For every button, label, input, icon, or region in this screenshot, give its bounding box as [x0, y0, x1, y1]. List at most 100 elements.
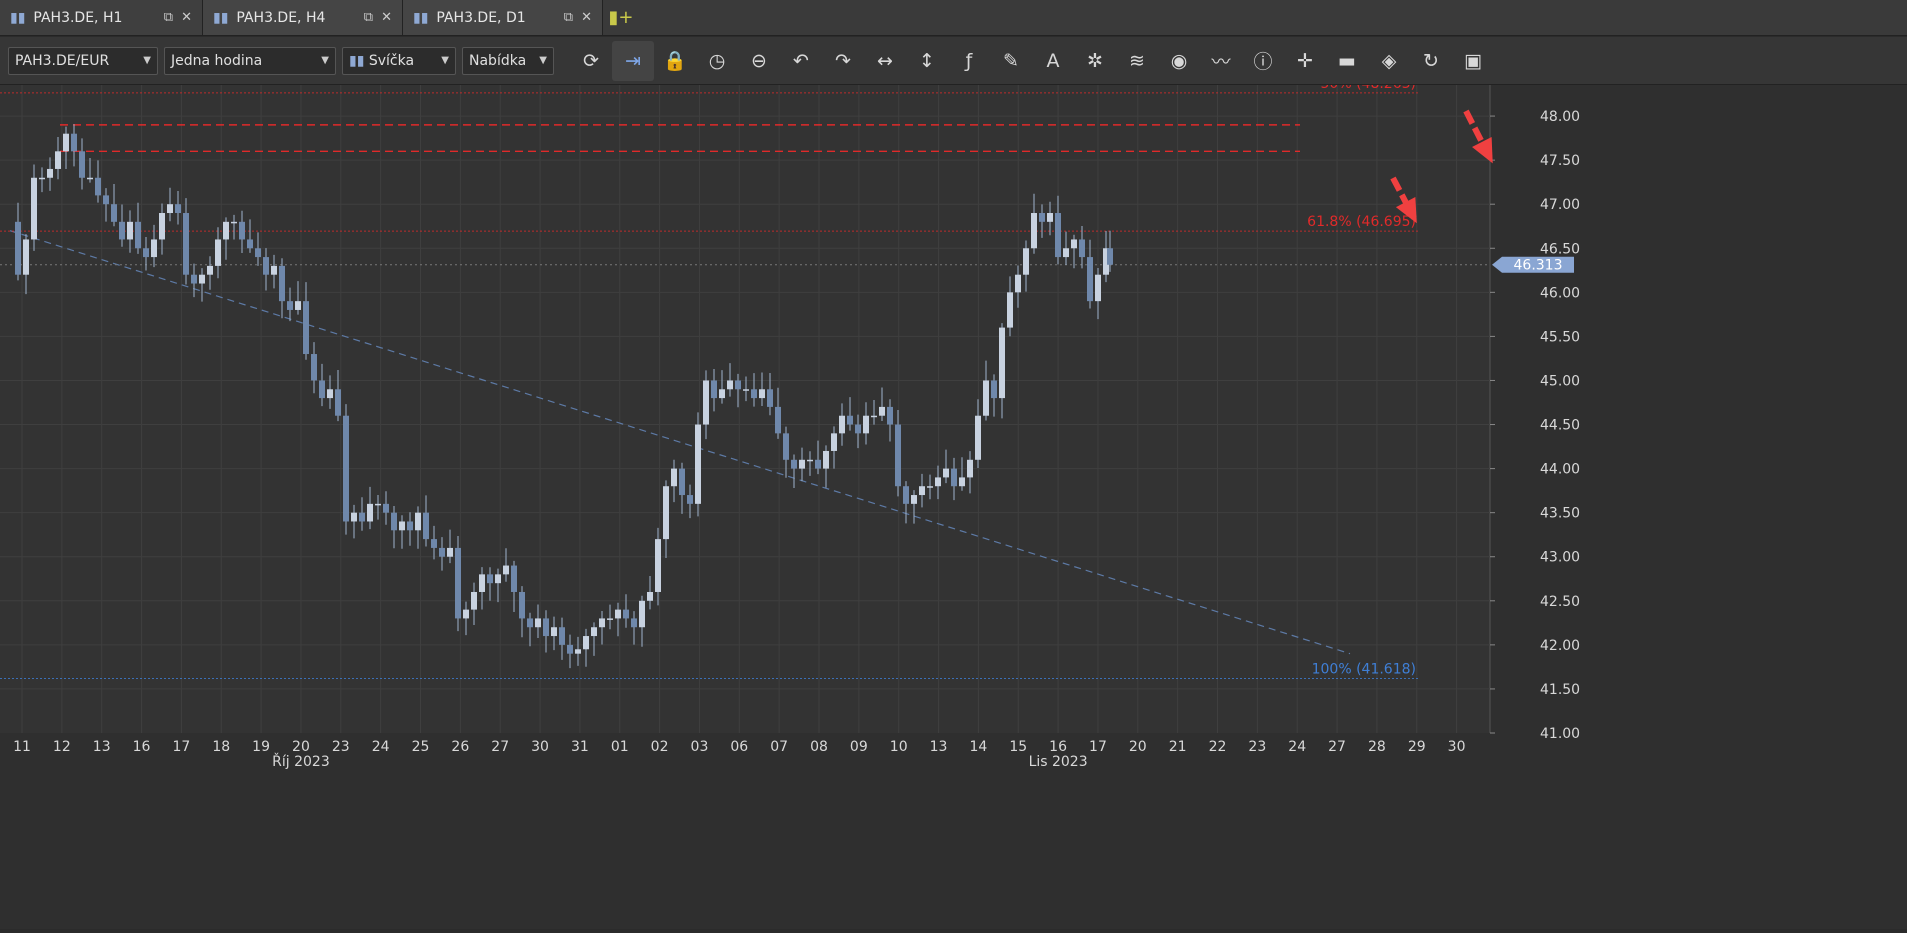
- candle-body: [311, 354, 317, 381]
- y-tick-label: 43.50: [1540, 506, 1580, 522]
- tab-label: PAH3.DE, H4: [236, 9, 326, 26]
- candle-body: [935, 477, 941, 487]
- candle-body: [191, 274, 197, 284]
- candle-body: [759, 389, 765, 399]
- x-tick-label: 06: [730, 739, 748, 755]
- candle-body: [767, 389, 773, 407]
- candle-body: [551, 627, 557, 637]
- refresh-icon[interactable]: ⟳: [570, 41, 612, 81]
- candle-body: [991, 380, 997, 399]
- y-tick-label: 45.00: [1540, 373, 1580, 389]
- x-tick-label: 09: [850, 739, 868, 755]
- price-chart[interactable]: 48.5048.0047.5047.0046.5046.0045.5045.00…: [0, 65, 1907, 929]
- candle-body: [1095, 274, 1101, 302]
- y-tick-label: 46.00: [1540, 285, 1580, 301]
- x-tick-label: 30: [1448, 739, 1466, 755]
- pencil-icon[interactable]: ✎: [990, 41, 1032, 81]
- paint-icon[interactable]: ◈: [1368, 41, 1410, 81]
- candle-body: [47, 168, 53, 178]
- crosshair-icon[interactable]: ✛: [1284, 41, 1326, 81]
- tab-pah3-h4[interactable]: ▮▮ PAH3.DE, H4 ⧉ ✕: [203, 0, 403, 35]
- price-side-select[interactable]: Nabídka ▼: [462, 46, 554, 75]
- candle: [455, 535, 461, 632]
- y-tick-label: 42.00: [1540, 638, 1580, 654]
- candle-body: [1071, 239, 1077, 249]
- candle-body: [319, 380, 325, 399]
- candle-body: [455, 547, 461, 619]
- candle-body: [399, 521, 405, 531]
- redo-icon[interactable]: ↷: [822, 41, 864, 81]
- x-tick-label: 27: [1328, 739, 1346, 755]
- candlestick-icon: ▮▮: [213, 9, 229, 26]
- indicator-fx-icon[interactable]: ƒ: [948, 41, 990, 81]
- y-tick-label: 42.50: [1540, 594, 1580, 610]
- candle-body: [671, 468, 677, 487]
- candle-body: [623, 609, 629, 619]
- candle-body: [119, 221, 125, 240]
- scroll-right-icon[interactable]: ⇥: [612, 40, 654, 81]
- colors-icon[interactable]: ▬: [1326, 41, 1368, 81]
- x-tick-label: 19: [252, 739, 270, 755]
- candle-body: [911, 495, 917, 504]
- chart-type-select[interactable]: ▮▮ Svíčka ▼: [342, 46, 456, 75]
- tab-pah3-h1[interactable]: ▮▮ PAH3.DE, H1 ⧉ ✕: [0, 0, 203, 35]
- candle-body: [967, 459, 973, 478]
- text-tool-icon[interactable]: A: [1032, 41, 1074, 81]
- chevron-down-icon: ▼: [143, 55, 151, 66]
- close-icon[interactable]: ✕: [581, 10, 592, 25]
- candle-body: [151, 239, 157, 258]
- candle-body: [959, 477, 965, 487]
- x-tick-label: 20: [1129, 739, 1147, 755]
- candle-body: [871, 415, 877, 418]
- candle-body: [143, 248, 149, 258]
- x-tick-label: 26: [451, 739, 469, 755]
- lock-icon[interactable]: 🔒: [654, 41, 696, 81]
- pattern-icon[interactable]: ✲: [1074, 41, 1116, 81]
- x-tick-label: 02: [651, 739, 669, 755]
- candle-body: [783, 433, 789, 460]
- candle-body: [1023, 248, 1029, 275]
- tab-label: PAH3.DE, D1: [436, 9, 526, 26]
- close-icon[interactable]: ✕: [381, 10, 392, 25]
- x-tick-label: 12: [53, 739, 71, 755]
- x-tick-label: 03: [691, 739, 709, 755]
- save-icon[interactable]: ▣: [1452, 41, 1494, 81]
- eye-icon[interactable]: ◉: [1158, 41, 1200, 81]
- popout-icon[interactable]: ⧉: [364, 10, 373, 25]
- zoom-clock-icon[interactable]: ◷: [696, 41, 738, 81]
- candle-body: [599, 618, 605, 628]
- popout-icon[interactable]: ⧉: [564, 10, 573, 25]
- candle-body: [655, 539, 661, 592]
- x-tick-label: 11: [13, 739, 31, 755]
- candle-body: [431, 539, 437, 548]
- period-select[interactable]: Jedna hodina ▼: [164, 46, 336, 75]
- candle-body: [1015, 274, 1021, 293]
- candle-body: [271, 265, 277, 275]
- x-tick-label: 13: [930, 739, 948, 755]
- info-icon[interactable]: ⓘ: [1242, 41, 1284, 81]
- candle-body: [919, 486, 925, 496]
- layers-icon[interactable]: ≋: [1116, 41, 1158, 81]
- candle-body: [471, 591, 477, 610]
- signal-icon[interactable]: 〰: [1200, 41, 1242, 81]
- x-tick-label: 27: [491, 739, 509, 755]
- undo-icon[interactable]: ↶: [780, 41, 822, 81]
- zoom-out-icon[interactable]: ⊖: [738, 41, 780, 81]
- x-tick-label: 17: [1089, 739, 1107, 755]
- add-chart-tab-icon[interactable]: ▮+: [603, 0, 639, 35]
- instrument-select[interactable]: PAH3.DE/EUR ▼: [8, 46, 158, 75]
- close-icon[interactable]: ✕: [181, 10, 192, 25]
- popout-icon[interactable]: ⧉: [164, 10, 173, 25]
- candle: [343, 404, 349, 535]
- tab-pah3-d1[interactable]: ▮▮ PAH3.DE, D1 ⧉ ✕: [403, 0, 603, 35]
- x-tick-label: 20: [292, 739, 310, 755]
- x-tick-label: 24: [1288, 739, 1306, 755]
- candle-body: [687, 495, 693, 504]
- candle-body: [239, 221, 245, 240]
- candle-body: [695, 424, 701, 504]
- y-tick-label: 47.50: [1540, 153, 1580, 169]
- candle-body: [663, 486, 669, 540]
- reload-icon[interactable]: ↻: [1410, 41, 1452, 81]
- vertical-resize-icon[interactable]: ↕: [906, 41, 948, 81]
- horizontal-resize-icon[interactable]: ↔: [864, 41, 906, 81]
